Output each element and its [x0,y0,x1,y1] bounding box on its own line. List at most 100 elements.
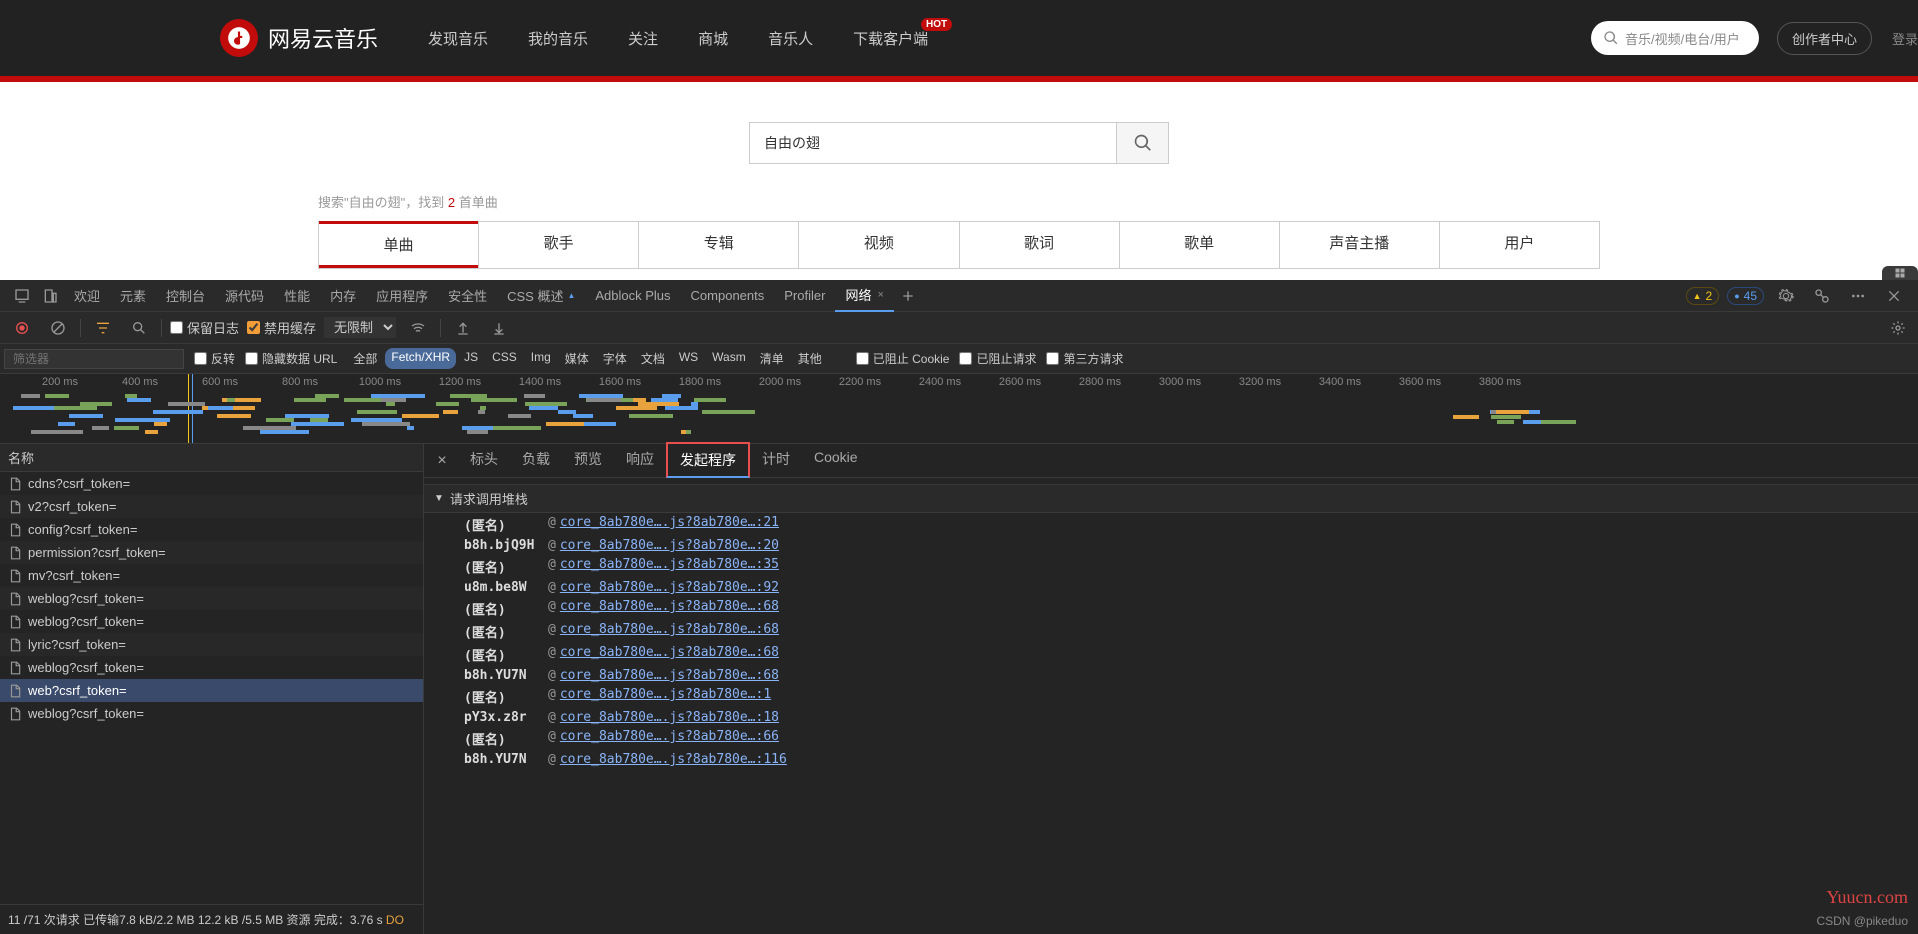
network-settings-icon[interactable] [1884,314,1912,342]
add-tab-icon[interactable] [894,282,922,310]
preserve-log-checkbox[interactable]: 保留日志 [170,318,239,337]
filter-type[interactable]: 清单 [754,348,790,369]
blocked-cookie-checkbox[interactable]: 已阻止 Cookie [856,350,950,367]
detail-tab[interactable]: 预览 [562,443,614,479]
filter-input[interactable] [4,349,184,369]
devtools-tab[interactable]: 欢迎 [64,280,110,312]
devtools-tab[interactable]: 安全性 [438,280,497,312]
hide-data-url-checkbox[interactable]: 隐藏数据 URL [245,350,337,367]
filter-icon[interactable] [89,314,117,342]
devtools-tab[interactable]: 内存 [320,280,366,312]
request-row[interactable]: web?csrf_token= [0,679,423,702]
stack-section-header[interactable]: ▼请求调用堆栈 [424,484,1918,513]
nav-item[interactable]: 关注 [608,0,678,76]
filter-type[interactable]: 字体 [597,348,633,369]
clear-icon[interactable] [44,314,72,342]
settings-icon[interactable] [1772,282,1800,310]
filter-type[interactable]: 其他 [792,348,828,369]
request-row[interactable]: mv?csrf_token= [0,564,423,587]
request-row[interactable]: v2?csrf_token= [0,495,423,518]
filter-type[interactable]: 文档 [635,348,671,369]
devtools-tab[interactable]: 源代码 [215,280,274,312]
disable-cache-checkbox[interactable]: 禁用缓存 [247,318,316,337]
devtools-tab[interactable]: 网络× [835,280,893,312]
third-party-checkbox[interactable]: 第三方请求 [1046,350,1123,367]
detail-tab[interactable]: 响应 [614,443,666,479]
stack-link[interactable]: core_8ab780e….js?8ab780e…:68 [560,622,779,641]
stack-link[interactable]: core_8ab780e….js?8ab780e…:68 [560,668,779,683]
search-icon[interactable] [125,314,153,342]
devtools-tab[interactable]: 应用程序 [366,280,438,312]
record-icon[interactable] [8,314,36,342]
detail-tab[interactable]: 负载 [510,443,562,479]
devtools-tab[interactable]: Components [681,280,775,312]
filter-type[interactable]: Img [525,348,557,369]
warnings-badge[interactable]: 2 [1686,287,1720,305]
result-tab[interactable]: 单曲 [319,221,478,268]
request-row[interactable]: permission?csrf_token= [0,541,423,564]
device-toggle-icon[interactable] [36,282,64,310]
info-badge[interactable]: 45 [1727,287,1764,305]
header-search[interactable]: 音乐/视频/电台/用户 [1591,21,1759,55]
result-tab[interactable]: 专辑 [638,222,798,268]
request-row[interactable]: weblog?csrf_token= [0,610,423,633]
stack-link[interactable]: core_8ab780e….js?8ab780e…:68 [560,599,779,618]
wifi-icon[interactable] [404,314,432,342]
inspect-element-icon[interactable] [8,282,36,310]
stack-link[interactable]: core_8ab780e….js?8ab780e…:18 [560,710,779,725]
stack-link[interactable]: core_8ab780e….js?8ab780e…:92 [560,580,779,595]
stack-link[interactable]: core_8ab780e….js?8ab780e…:20 [560,538,779,553]
request-row[interactable]: config?csrf_token= [0,518,423,541]
upload-icon[interactable] [449,314,477,342]
stack-link[interactable]: core_8ab780e….js?8ab780e…:1 [560,687,771,706]
stack-link[interactable]: core_8ab780e….js?8ab780e…:68 [560,645,779,664]
filter-type[interactable]: CSS [486,348,523,369]
stack-link[interactable]: core_8ab780e….js?8ab780e…:35 [560,557,779,576]
result-tab[interactable]: 歌单 [1119,222,1279,268]
devtools-tab[interactable]: CSS 概述▲ [497,280,585,312]
request-row[interactable]: weblog?csrf_token= [0,656,423,679]
detail-tab[interactable]: Cookie [802,443,870,479]
devtools-tab[interactable]: 性能 [274,280,320,312]
nav-item[interactable]: 发现音乐 [408,0,508,76]
nav-item[interactable]: 下载客户端HOT [833,0,948,76]
result-tab[interactable]: 歌手 [478,222,638,268]
filter-type[interactable]: WS [673,348,704,369]
nav-item[interactable]: 商城 [678,0,748,76]
devtools-tab[interactable]: 控制台 [156,280,215,312]
detail-tab[interactable]: 计时 [750,443,802,479]
request-row[interactable]: cdns?csrf_token= [0,472,423,495]
result-tab[interactable]: 歌词 [959,222,1119,268]
network-timeline[interactable]: 200 ms400 ms600 ms800 ms1000 ms1200 ms14… [0,374,1918,444]
more-icon[interactable] [1844,282,1872,310]
devtools-tab[interactable]: Profiler [774,280,835,312]
search-input[interactable] [750,123,1116,163]
nav-item[interactable]: 我的音乐 [508,0,608,76]
throttling-select[interactable]: 无限制 [324,317,396,338]
stack-link[interactable]: core_8ab780e….js?8ab780e…:116 [560,752,787,767]
invert-checkbox[interactable]: 反转 [194,350,235,367]
devtools-tab[interactable]: Adblock Plus [585,280,680,312]
filter-type[interactable]: Wasm [706,348,752,369]
request-row[interactable]: lyric?csrf_token= [0,633,423,656]
experiments-icon[interactable] [1808,282,1836,310]
detail-tab[interactable]: 标头 [458,443,510,479]
blocked-requests-checkbox[interactable]: 已阻止请求 [959,350,1036,367]
devtools-corner[interactable] [1882,266,1918,280]
detail-tab[interactable]: 发起程序 [666,442,750,478]
close-detail-icon[interactable]: × [430,452,454,470]
result-tab[interactable]: 视频 [798,222,958,268]
stack-link[interactable]: core_8ab780e….js?8ab780e…:21 [560,515,779,534]
result-tab[interactable]: 用户 [1439,222,1599,268]
download-icon[interactable] [485,314,513,342]
close-devtools-icon[interactable] [1880,282,1908,310]
filter-type[interactable]: 全部 [347,348,383,369]
filter-type[interactable]: 媒体 [559,348,595,369]
filter-type[interactable]: JS [458,348,484,369]
login-link[interactable]: 登录 [1892,29,1918,48]
devtools-tab[interactable]: 元素 [110,280,156,312]
request-row[interactable]: weblog?csrf_token= [0,587,423,610]
nav-item[interactable]: 音乐人 [748,0,833,76]
creator-center-button[interactable]: 创作者中心 [1777,22,1872,55]
request-row[interactable]: weblog?csrf_token= [0,702,423,725]
